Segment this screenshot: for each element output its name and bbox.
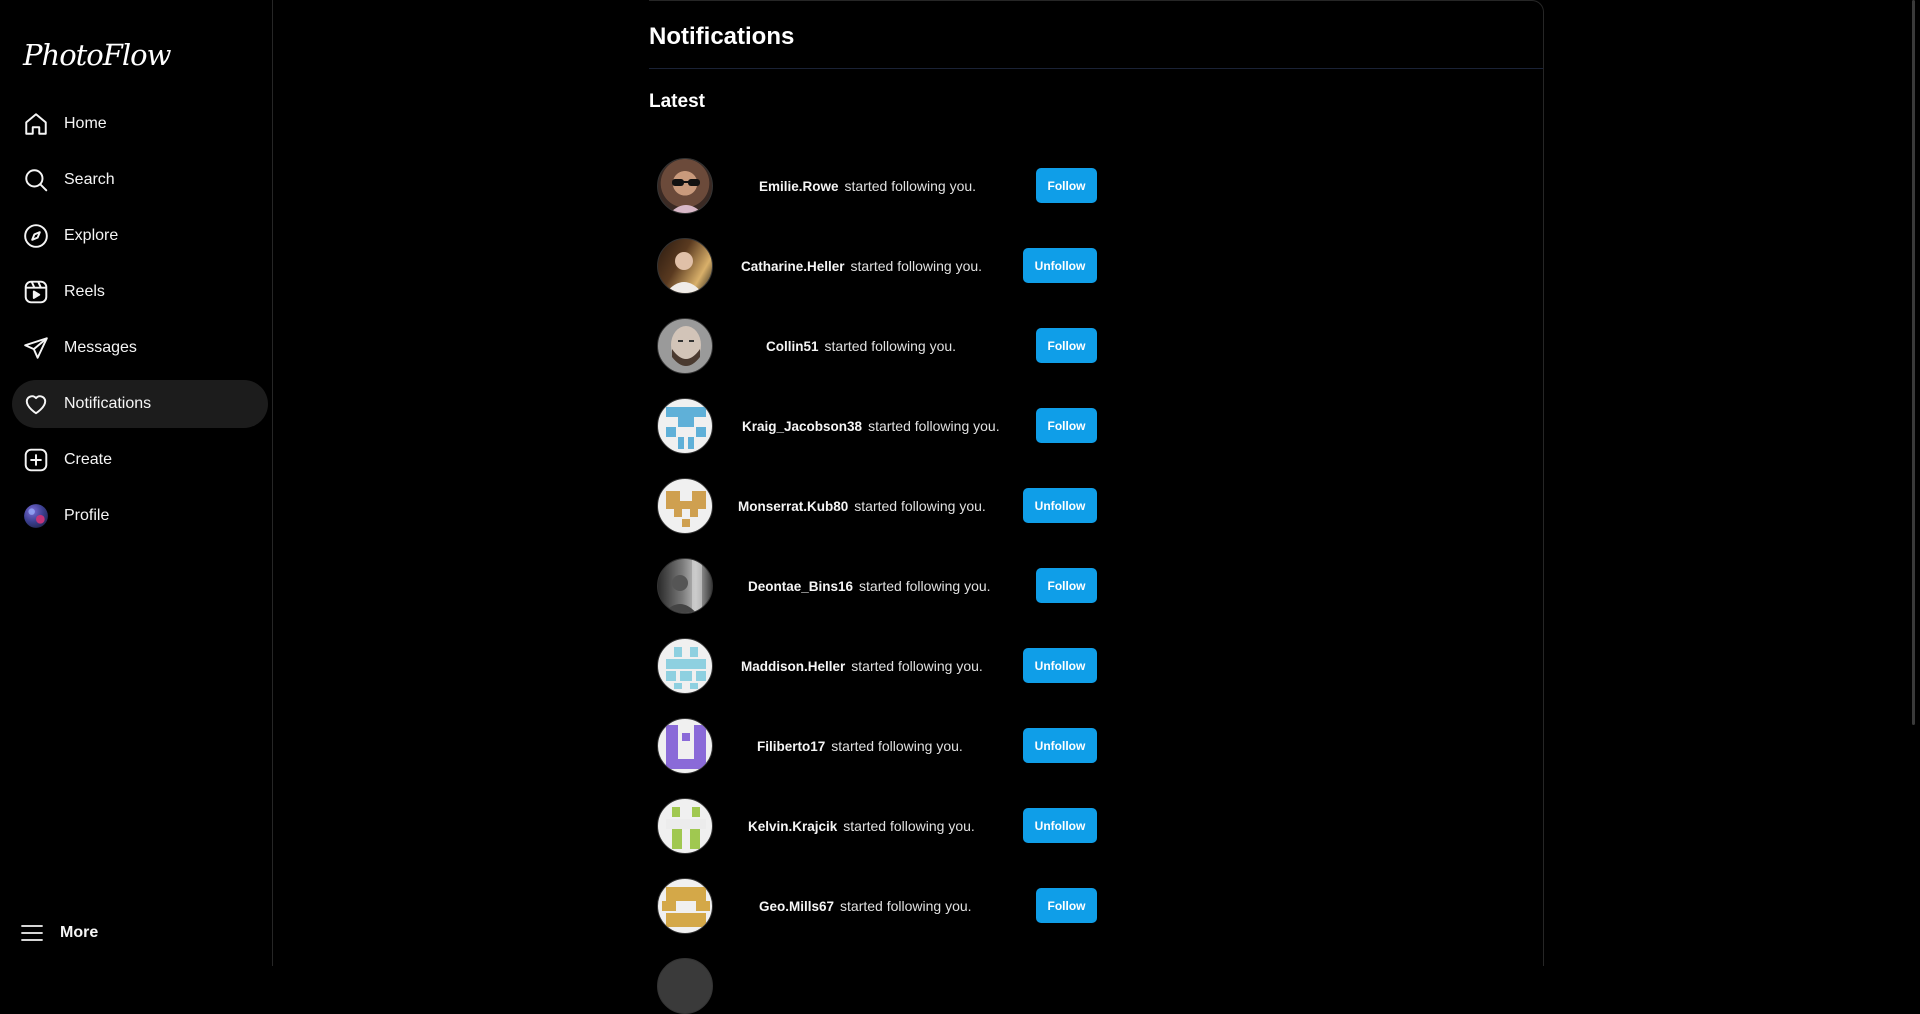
unfollow-button[interactable]: Unfollow [1023, 728, 1097, 763]
sidebar-item-profile[interactable]: Profile [12, 492, 268, 540]
username[interactable]: Filiberto17 [757, 739, 825, 754]
follow-button[interactable]: Follow [1036, 168, 1097, 203]
notification-row: Filiberto17 started following you. Unfol… [657, 718, 1097, 774]
notification-row: Kelvin.Krajcik started following you. Un… [657, 798, 1097, 854]
section-title: Latest [649, 91, 705, 112]
notification-row: Kraig_Jacobson38 started following you. … [657, 398, 1097, 454]
identicon [666, 725, 706, 769]
sunglasses-icon [670, 179, 702, 213]
notification-row: Deontae_Bins16 started following you. Fo… [657, 558, 1097, 614]
follow-button[interactable]: Follow [1036, 408, 1097, 443]
follow-button[interactable]: Follow [1036, 568, 1097, 603]
sidebar-item-explore[interactable]: Explore [12, 212, 268, 260]
identicon [666, 491, 706, 527]
notification-row: Catharine.Heller started following you. … [657, 238, 1097, 294]
avatar[interactable] [657, 318, 713, 374]
person-photo [663, 559, 702, 613]
avatar[interactable] [657, 478, 713, 534]
follow-button[interactable]: Follow [1036, 328, 1097, 363]
username[interactable]: Emilie.Rowe [759, 179, 839, 194]
unfollow-button[interactable]: Unfollow [1023, 248, 1097, 283]
avatar[interactable] [657, 878, 713, 934]
heart-icon [25, 395, 47, 415]
identicon [666, 407, 706, 449]
more-menu-button[interactable]: More [20, 917, 98, 949]
sidebar-item-notifications[interactable]: Notifications [12, 380, 268, 428]
unfollow-button[interactable]: Unfollow [1023, 808, 1097, 843]
username[interactable]: Collin51 [766, 339, 819, 354]
follow-button[interactable]: Follow [1036, 888, 1097, 923]
avatar[interactable] [657, 158, 713, 214]
plus-square-icon [24, 448, 48, 472]
username[interactable]: Kelvin.Krajcik [748, 819, 837, 834]
sidebar-item-label: Explore [64, 227, 119, 244]
sidebar-item-messages[interactable]: Messages [12, 324, 268, 372]
sidebar-item-label: Reels [64, 283, 105, 300]
username[interactable]: Deontae_Bins16 [748, 579, 853, 594]
avatar[interactable] [657, 958, 713, 1014]
username[interactable]: Maddison.Heller [741, 659, 845, 674]
notification-text: started following you. [843, 818, 975, 834]
notification-row: Maddison.Heller started following you. U… [657, 638, 1097, 694]
notifications-panel: Notifications Latest Emilie.Rowe started… [649, 0, 1544, 1014]
username[interactable]: Catharine.Heller [741, 259, 845, 274]
avatar[interactable] [657, 558, 713, 614]
avatar[interactable] [657, 398, 713, 454]
identicon [662, 887, 710, 927]
scrollbar[interactable] [1904, 0, 1920, 966]
reels-icon [24, 280, 48, 304]
avatar[interactable] [657, 638, 713, 694]
app-logo[interactable]: PhotoFlow [23, 38, 171, 72]
unfollow-button[interactable]: Unfollow [1023, 488, 1097, 523]
username[interactable]: Kraig_Jacobson38 [742, 419, 862, 434]
menu-icon [21, 925, 43, 941]
divider [649, 68, 1543, 69]
avatar[interactable] [657, 238, 713, 294]
username[interactable]: Geo.Mills67 [759, 899, 834, 914]
person-photo [671, 326, 701, 366]
notification-row: Emilie.Rowe started following you. Follo… [657, 158, 1097, 214]
notification-row: Geo.Mills67 started following you. Follo… [657, 878, 1097, 934]
notification-text: started following you. [868, 418, 1000, 434]
notification-text: started following you. [824, 338, 957, 354]
sidebar-item-create[interactable]: Create [12, 436, 268, 484]
more-label: More [60, 924, 99, 941]
notification-row: Monserrat.Kub80 started following you. U… [657, 478, 1097, 534]
avatar[interactable] [657, 718, 713, 774]
sidebar-item-label: Notifications [64, 395, 152, 412]
identicon [666, 647, 706, 689]
page-title: Notifications [649, 23, 795, 50]
notification-text: started following you. [850, 258, 983, 274]
sidebar-item-home[interactable]: Home [12, 100, 268, 148]
notification-text: started following you. [831, 738, 963, 754]
scrollbar-thumb[interactable] [1912, 0, 1915, 725]
sidebar: PhotoFlow Home Search Explore Reels Mess… [0, 0, 273, 966]
send-icon [24, 337, 48, 359]
username[interactable]: Monserrat.Kub80 [738, 499, 848, 514]
sidebar-item-label: Search [64, 171, 115, 188]
avatar[interactable] [657, 798, 713, 854]
sidebar-item-search[interactable]: Search [12, 156, 268, 204]
search-icon [25, 169, 48, 192]
person-photo [665, 252, 703, 293]
sidebar-item-label: Create [64, 451, 113, 468]
notification-text: started following you. [854, 498, 986, 514]
sidebar-item-label: Home [64, 115, 107, 132]
notification-text: started following you. [844, 178, 977, 194]
profile-avatar [24, 504, 48, 528]
sidebar-item-reels[interactable]: Reels [12, 268, 268, 316]
identicon [666, 807, 706, 849]
sidebar-item-label: Profile [64, 507, 110, 524]
unfollow-button[interactable]: Unfollow [1023, 648, 1097, 683]
home-icon [25, 113, 47, 135]
sidebar-item-label: Messages [64, 339, 137, 356]
notification-text: started following you. [840, 898, 972, 914]
notification-row: Collin51 started following you. Follow [657, 318, 1097, 374]
notification-text: started following you. [851, 658, 983, 674]
compass-icon [24, 224, 48, 248]
notification-text: started following you. [859, 578, 991, 594]
